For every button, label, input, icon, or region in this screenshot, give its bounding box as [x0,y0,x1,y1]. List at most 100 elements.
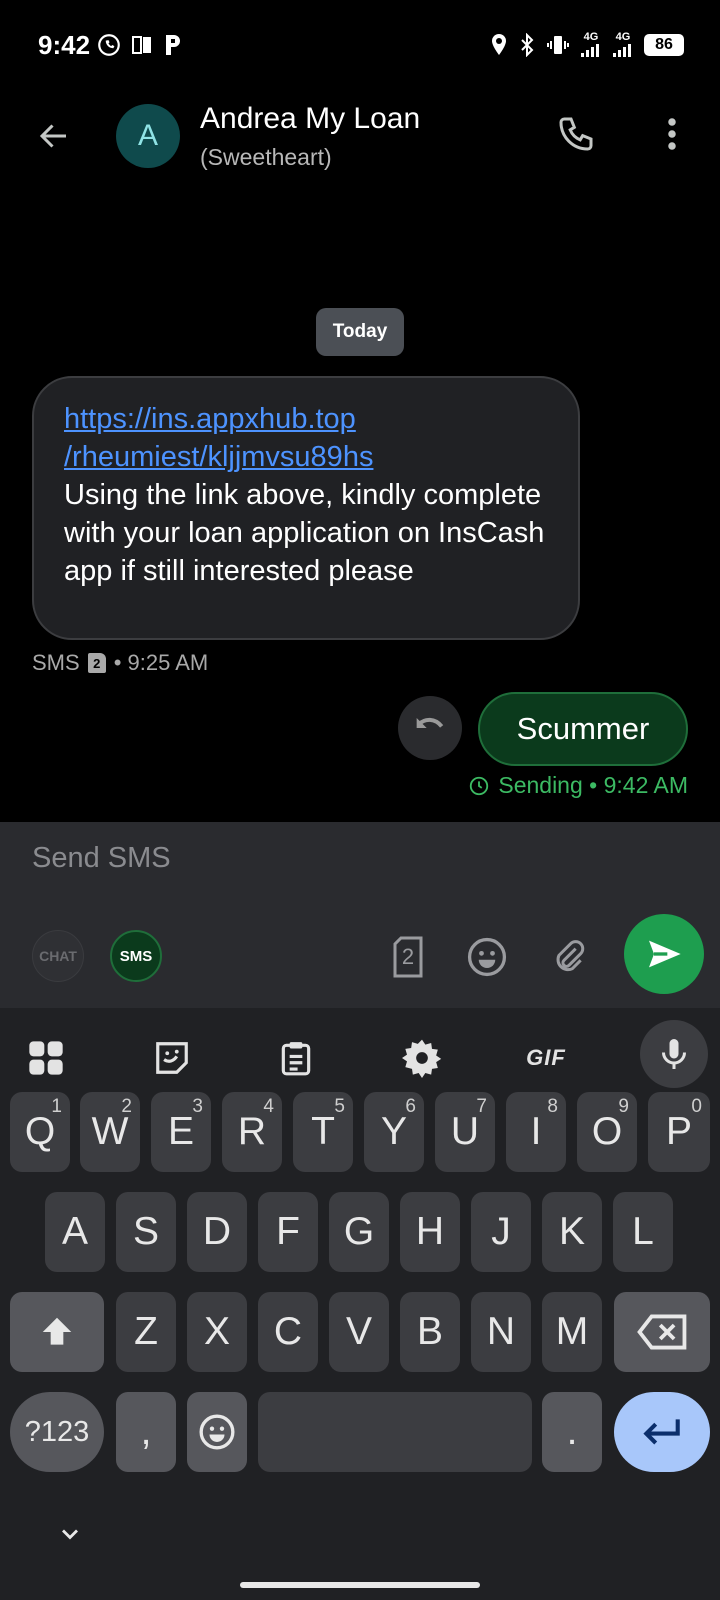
key-v[interactable]: V [329,1292,389,1372]
gesture-nav-bar[interactable] [240,1582,480,1588]
key-i[interactable]: I8 [506,1092,566,1172]
incoming-message-bubble[interactable]: https://ins.appxhub.top /rheumiest/kljjm… [32,376,580,640]
shift-key[interactable] [10,1292,104,1372]
key-hint: 9 [618,1096,629,1117]
voice-input-button[interactable] [640,1020,708,1088]
phone-icon [559,117,593,151]
sending-status: Sending • 9:42 AM [468,772,688,799]
whatsapp-icon [98,34,120,56]
on-screen-keyboard: GIF Q1 W2 E3 R4 T5 Y6 U7 I8 O9 P0 A S D … [0,1008,720,1600]
key-l[interactable]: L [613,1192,673,1272]
key-w[interactable]: W2 [80,1092,140,1172]
key-t[interactable]: T5 [293,1092,353,1172]
key-label: R [237,1110,267,1153]
chat-mode-chip[interactable]: CHAT [32,930,84,982]
gif-button[interactable]: GIF [518,1030,574,1086]
vibrate-icon [547,35,569,54]
key-d[interactable]: D [187,1192,247,1272]
backspace-key[interactable] [614,1292,710,1372]
key-m[interactable]: M [542,1292,602,1372]
call-button[interactable] [552,110,600,158]
message-time: • 9:25 AM [113,650,209,675]
key-label: P [665,1110,692,1153]
key-y[interactable]: Y6 [364,1092,424,1172]
keyboard-settings-button[interactable] [394,1030,450,1086]
key-z[interactable]: Z [116,1292,176,1372]
clipboard-button[interactable] [268,1030,324,1086]
undo-send-button[interactable] [398,696,462,760]
key-hint: 4 [263,1096,274,1117]
key-q[interactable]: Q1 [10,1092,70,1172]
sim-badge: 2 [87,653,106,673]
key-g[interactable]: G [329,1192,389,1272]
key-r[interactable]: R4 [222,1092,282,1172]
key-h[interactable]: H [400,1192,460,1272]
sticker-icon [156,1042,188,1074]
status-bar: 9:42 4G 4G 86 [0,0,720,92]
sending-status-text: Sending • 9:42 AM [498,772,688,798]
network-type-2: 4G [615,31,631,43]
emoji-icon [199,1414,235,1450]
enter-key[interactable] [614,1392,710,1472]
key-n[interactable]: N [471,1292,531,1372]
key-u[interactable]: U7 [435,1092,495,1172]
key-hint: 3 [192,1096,203,1117]
key-p[interactable]: P0 [648,1092,710,1172]
comma-key[interactable]: , [116,1392,176,1472]
backspace-icon [637,1314,687,1350]
space-key[interactable] [258,1392,532,1472]
clock-icon [470,776,489,795]
key-c[interactable]: C [258,1292,318,1372]
message-body: Using the link above, kindly complete wi… [64,479,545,587]
more-options-button[interactable] [648,110,696,158]
key-f[interactable]: F [258,1192,318,1272]
symbols-key[interactable]: ?123 [10,1392,104,1472]
apps-grid-button[interactable] [18,1030,74,1086]
hide-keyboard-button[interactable] [52,1516,88,1552]
signal-1: 4G [580,32,602,57]
emoji-key[interactable] [187,1392,247,1472]
message-type-label: SMS [32,650,80,675]
gear-icon [402,1039,442,1078]
more-vert-icon [668,118,676,150]
key-s[interactable]: S [116,1192,176,1272]
key-e[interactable]: E3 [151,1092,211,1172]
outgoing-message-bubble[interactable]: Scummer [478,692,688,766]
message-link[interactable]: https://ins.appxhub.top /rheumiest/kljjm… [64,400,548,476]
sim-select-button[interactable]: 2 [388,934,428,980]
message-input[interactable]: Send SMS [32,842,171,875]
key-label: Y [380,1110,407,1153]
sticker-button[interactable] [144,1030,200,1086]
microphone-icon [662,1039,686,1069]
message-link-line-2[interactable]: /rheumiest/kljjmvsu89hs [64,441,373,473]
emoji-button[interactable] [462,932,512,982]
key-b[interactable]: B [400,1292,460,1372]
key-hint: 5 [334,1096,345,1117]
compose-area: Send SMS CHAT SMS 2 [0,822,720,1008]
key-o[interactable]: O9 [577,1092,637,1172]
p-app-icon [166,35,180,55]
key-label: E [167,1110,194,1153]
system-icons: 4G 4G 86 [490,32,684,57]
contact-subtitle: (Sweetheart) [200,144,332,170]
message-link-line-1[interactable]: https://ins.appxhub.top [64,403,356,435]
clipboard-icon [281,1042,311,1076]
sms-mode-chip[interactable]: SMS [110,930,162,982]
key-a[interactable]: A [45,1192,105,1272]
send-icon [649,940,681,968]
period-key[interactable]: . [542,1392,602,1472]
key-x[interactable]: X [187,1292,247,1372]
notification-icons [96,32,184,58]
key-j[interactable]: J [471,1192,531,1272]
date-chip: Today [316,308,404,356]
key-hint: 7 [476,1096,487,1117]
shift-icon [42,1317,72,1345]
attach-button[interactable] [544,932,594,982]
key-k[interactable]: K [542,1192,602,1272]
signal-icon [581,44,599,57]
back-button[interactable] [30,112,78,160]
send-button[interactable] [624,914,704,994]
avatar[interactable]: A [116,104,180,168]
contact-name[interactable]: Andrea My Loan [200,102,420,136]
key-label: I [530,1110,542,1153]
